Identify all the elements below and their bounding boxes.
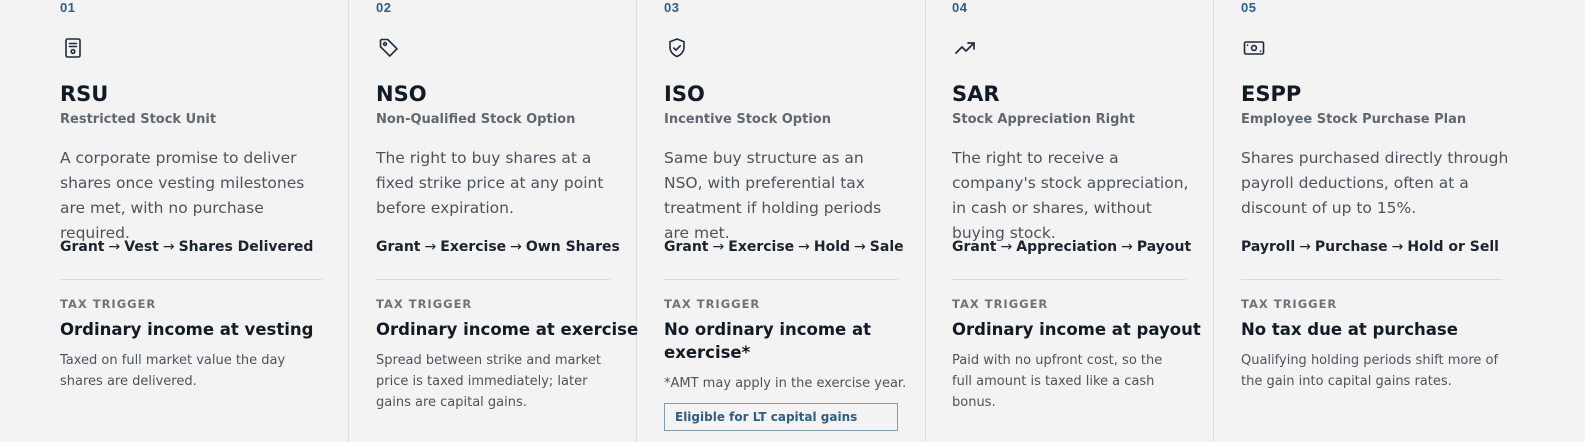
- flow-arrow: →: [1391, 239, 1404, 255]
- card-full-name: Restricted Stock Unit: [60, 112, 217, 127]
- card-flow: Grant → Exercise → Own Shares: [376, 239, 620, 255]
- card-code: RSU: [60, 82, 109, 106]
- tax-trigger-label: TAX TRIGGER: [1241, 297, 1338, 311]
- divider: [1241, 279, 1502, 280]
- tax-trigger-label: TAX TRIGGER: [60, 297, 157, 311]
- card-description: Shares purchased directly through payrol…: [1241, 149, 1509, 217]
- card-flow: Payroll → Purchase → Hold or Sell: [1241, 239, 1499, 255]
- flow-step: Sale: [869, 239, 904, 255]
- tax-trigger-title: Ordinary income at vesting: [60, 320, 314, 339]
- flow-step: Grant: [664, 239, 709, 255]
- equity-card-sar: 04 SAR Stock Appreciation Right The righ…: [926, 0, 1214, 442]
- equity-types-row: 01 RSU Restricted Stock Unit A corporate…: [0, 0, 1585, 442]
- card-flow: Grant → Exercise → Hold → Sale: [664, 239, 904, 255]
- card-flow: Grant → Appreciation → Payout: [952, 239, 1191, 255]
- divider: [376, 279, 610, 280]
- equity-card-iso: 03 ISO Incentive Stock Option Same buy s…: [637, 0, 926, 442]
- flow-arrow: →: [424, 239, 437, 255]
- card-number: 02: [376, 0, 392, 15]
- flow-arrow: →: [798, 239, 810, 255]
- tax-trigger-description: Qualifying holding periods shift more of…: [1241, 353, 1499, 389]
- equity-card-nso: 02 NSO Non-Qualified Stock Option The ri…: [349, 0, 639, 442]
- tax-trigger-label: TAX TRIGGER: [376, 297, 473, 311]
- card-number: 05: [1241, 0, 1257, 15]
- card-description: The right to buy shares at a fixed strik…: [376, 149, 604, 217]
- trending-up-icon: [953, 36, 977, 60]
- flow-step: Appreciation: [1016, 239, 1118, 255]
- divider: [664, 279, 898, 280]
- flow-step: Exercise: [440, 239, 507, 255]
- card-code: ISO: [664, 82, 705, 106]
- card-full-name: Employee Stock Purchase Plan: [1241, 112, 1467, 127]
- flow-step: Hold or Sell: [1407, 239, 1499, 255]
- card-code: NSO: [376, 82, 427, 106]
- flow-step: Hold: [813, 239, 851, 255]
- tax-trigger-title: No ordinary income at exercise*: [664, 320, 872, 362]
- flow-arrow: →: [162, 239, 175, 255]
- tax-trigger-description: *AMT may apply in the exercise year.: [664, 376, 907, 391]
- card-description: The right to receive a company's stock a…: [952, 149, 1189, 242]
- document-icon: [61, 36, 85, 60]
- divider: [60, 279, 322, 280]
- equity-card-espp: 05 ESPP Employee Stock Purchase Plan Sha…: [1214, 0, 1585, 442]
- card-full-name: Non-Qualified Stock Option: [376, 112, 576, 127]
- card-full-name: Stock Appreciation Right: [952, 112, 1135, 127]
- flow-step: Grant: [60, 239, 105, 255]
- tax-trigger-title: No tax due at purchase: [1241, 320, 1458, 339]
- card-code: ESPP: [1241, 82, 1302, 106]
- tax-trigger-label: TAX TRIGGER: [952, 297, 1049, 311]
- flow-step: Payout: [1136, 239, 1192, 255]
- tax-trigger-description: Paid with no upfront cost, so the full a…: [952, 353, 1163, 410]
- flow-arrow: →: [1000, 239, 1013, 255]
- flow-arrow: →: [712, 239, 725, 255]
- card-description: Same buy structure as an NSO, with prefe…: [664, 149, 882, 242]
- card-flow: Grant → Vest → Shares Delivered: [60, 239, 313, 255]
- tax-trigger-title: Ordinary income at payout: [952, 320, 1201, 339]
- card-number: 01: [60, 0, 76, 15]
- flow-arrow: →: [1299, 239, 1311, 255]
- flow-step: Shares Delivered: [178, 239, 314, 255]
- tax-trigger-description: Spread between strike and market price i…: [376, 353, 602, 410]
- lt-capital-gains-badge: Eligible for LT capital gains: [664, 403, 898, 431]
- tax-trigger-description: Taxed on full market value the day share…: [60, 353, 286, 389]
- card-description: A corporate promise to deliver shares on…: [60, 149, 305, 242]
- flow-arrow: →: [854, 239, 866, 255]
- flow-step: Purchase: [1314, 239, 1388, 255]
- card-full-name: Incentive Stock Option: [664, 112, 831, 127]
- tax-trigger-label: TAX TRIGGER: [664, 297, 761, 311]
- card-number: 03: [664, 0, 680, 15]
- card-code: SAR: [952, 82, 1000, 106]
- equity-card-rsu: 01 RSU Restricted Stock Unit A corporate…: [0, 0, 349, 442]
- tag-icon: [377, 36, 401, 60]
- flow-step: Own Shares: [525, 239, 620, 255]
- flow-arrow: →: [1121, 239, 1133, 255]
- flow-arrow: →: [510, 239, 522, 255]
- card-number: 04: [952, 0, 968, 15]
- flow-step: Exercise: [728, 239, 795, 255]
- flow-step: Vest: [124, 239, 159, 255]
- flow-step: Grant: [376, 239, 421, 255]
- divider: [952, 279, 1186, 280]
- flow-arrow: →: [108, 239, 121, 255]
- banknote-icon: [1242, 36, 1266, 60]
- tax-trigger-title: Ordinary income at exercise: [376, 320, 639, 339]
- shield-check-icon: [665, 36, 689, 60]
- flow-step: Payroll: [1241, 239, 1296, 255]
- flow-step: Grant: [952, 239, 997, 255]
